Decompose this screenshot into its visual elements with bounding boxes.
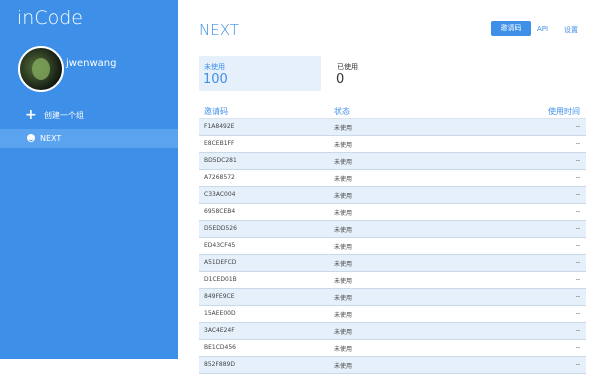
used-time-cell: -- [575, 259, 580, 266]
invite-code-cell: D1CED01B [204, 276, 237, 283]
used-time-cell: -- [575, 293, 580, 300]
invite-code-cell: 3AC4E24F [204, 327, 235, 334]
status-cell: 未使用 [334, 142, 353, 149]
used-time-cell: -- [575, 123, 580, 130]
used-time-cell: -- [575, 225, 580, 232]
used-time-cell: -- [575, 191, 580, 198]
status-cell: 未使用 [334, 193, 353, 200]
status-cell: 未使用 [334, 176, 353, 183]
used-time-cell: -- [575, 344, 580, 351]
settings-link[interactable]: 设置 [564, 25, 578, 35]
status-cell: 未使用 [334, 329, 353, 336]
unused-count: 100 [203, 72, 228, 87]
api-link[interactable]: API [537, 25, 548, 33]
sidebar-item-label: NEXT [40, 134, 62, 143]
status-cell: 未使用 [334, 210, 353, 217]
used-time-cell: -- [575, 310, 580, 317]
table-row[interactable]: 3AC4E24F 未使用 -- [199, 323, 586, 340]
column-header-code: 邀请码 [204, 107, 228, 116]
invite-code-cell: A7268572 [204, 174, 235, 181]
table-row[interactable]: E8CEB1FF 未使用 -- [199, 136, 586, 153]
invite-code-cell: BD5DC281 [204, 157, 237, 164]
unused-stat-card[interactable]: 未使用 100 [199, 56, 321, 91]
used-time-cell: -- [575, 327, 580, 334]
status-cell: 未使用 [334, 159, 353, 166]
invite-code-cell: ED43CF45 [204, 242, 236, 249]
used-label: 已使用 [337, 63, 358, 71]
avatar[interactable] [18, 46, 64, 92]
status-cell: 未使用 [334, 363, 353, 370]
sidebar: inCode jwenwang + 创建一个组 NEXT [0, 0, 178, 359]
table-row[interactable]: C33AC004 未使用 -- [199, 187, 586, 204]
smiley-icon [27, 134, 35, 142]
status-cell: 未使用 [334, 244, 353, 251]
used-time-cell: -- [575, 174, 580, 181]
status-cell: 未使用 [334, 278, 353, 285]
used-stat-card[interactable]: 已使用 0 [332, 56, 432, 91]
code-table-body: F1A8492E 未使用 -- E8CEB1FF 未使用 -- BD5DC281 未使用 -- A… [199, 119, 586, 374]
table-row[interactable]: BD5DC281 未使用 -- [199, 153, 586, 170]
invite-code-cell: E8CEB1FF [204, 140, 235, 147]
status-cell: 未使用 [334, 312, 353, 319]
table-row[interactable]: A7268572 未使用 -- [199, 170, 586, 187]
used-time-cell: -- [575, 361, 580, 368]
unused-label: 未使用 [204, 63, 225, 71]
used-time-cell: -- [575, 208, 580, 215]
create-group-button[interactable]: + 创建一个组 [0, 106, 178, 126]
create-group-label: 创建一个组 [44, 111, 84, 120]
used-time-cell: -- [575, 140, 580, 147]
table-row[interactable]: 6958CEB4 未使用 -- [199, 204, 586, 221]
status-cell: 未使用 [334, 261, 353, 268]
invite-code-cell: D5EDD526 [204, 225, 237, 232]
used-time-cell: -- [575, 242, 580, 249]
status-cell: 未使用 [334, 346, 353, 353]
table-row[interactable]: 849FE9CE 未使用 -- [199, 289, 586, 306]
table-row[interactable]: D1CED01B 未使用 -- [199, 272, 586, 289]
invite-code-cell: C33AC004 [204, 191, 236, 198]
invite-code-cell: 15AEE00D [204, 310, 236, 317]
invite-code-cell: F1A8492E [204, 123, 235, 130]
username[interactable]: jwenwang [66, 58, 116, 69]
invite-code-cell: 852F889D [204, 361, 235, 368]
table-row[interactable]: F1A8492E 未使用 -- [199, 119, 586, 136]
table-row[interactable]: BE1CD456 未使用 -- [199, 340, 586, 357]
table-row[interactable]: ED43CF45 未使用 -- [199, 238, 586, 255]
table-row[interactable]: 15AEE00D 未使用 -- [199, 306, 586, 323]
table-row[interactable]: A51DEFCD 未使用 -- [199, 255, 586, 272]
invite-code-cell: A51DEFCD [204, 259, 237, 266]
used-time-cell: -- [575, 157, 580, 164]
invite-code-button[interactable]: 邀请码 [491, 21, 531, 36]
table-header: 邀请码 状态 使用时间 [199, 104, 586, 119]
brand-logo[interactable]: inCode [17, 7, 83, 29]
column-header-used-time: 使用时间 [548, 107, 580, 116]
table-row[interactable]: D5EDD526 未使用 -- [199, 221, 586, 238]
sidebar-item-next[interactable]: NEXT [0, 129, 178, 148]
used-count: 0 [336, 72, 345, 87]
plus-icon: + [25, 107, 37, 123]
status-cell: 未使用 [334, 125, 353, 132]
status-cell: 未使用 [334, 227, 353, 234]
used-time-cell: -- [575, 276, 580, 283]
page-title: NEXT [199, 21, 239, 39]
main-content: NEXT 邀请码 API 设置 未使用 100 已使用 0 邀请码 状态 使用时… [178, 0, 600, 374]
invite-code-cell: BE1CD456 [204, 344, 236, 351]
invite-code-cell: 849FE9CE [204, 293, 235, 300]
invite-code-cell: 6958CEB4 [204, 208, 236, 215]
status-cell: 未使用 [334, 295, 353, 302]
column-header-status: 状态 [334, 107, 350, 116]
table-row[interactable]: 852F889D 未使用 -- [199, 357, 586, 374]
